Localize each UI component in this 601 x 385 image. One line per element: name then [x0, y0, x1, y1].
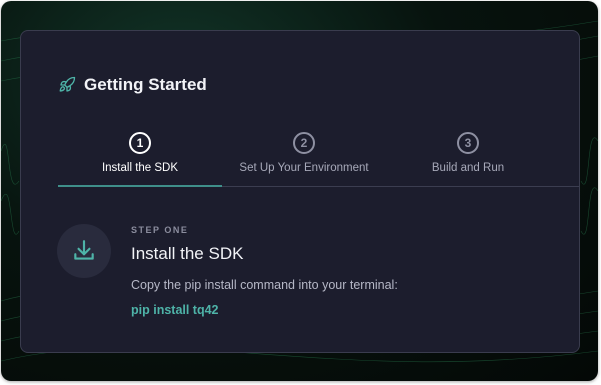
step-number-badge: 2	[293, 132, 315, 154]
tab-set-up-environment[interactable]: 2 Set Up Your Environment	[222, 131, 386, 187]
tab-label: Install the SDK	[101, 162, 179, 174]
tab-label: Set Up Your Environment	[239, 162, 369, 174]
download-icon	[71, 238, 97, 264]
step-tabs: 1 Install the SDK 2 Set Up Your Environm…	[58, 131, 579, 187]
install-command[interactable]: pip install tq42	[131, 303, 219, 317]
step-icon-container	[57, 224, 111, 278]
card-title: Getting Started	[84, 75, 207, 94]
step-kicker: STEP ONE	[131, 225, 189, 235]
rocket-icon	[58, 76, 76, 94]
tab-build-and-run[interactable]: 3 Build and Run	[386, 131, 550, 187]
step-number-badge: 3	[457, 132, 479, 154]
card-header: Getting Started	[58, 75, 207, 95]
getting-started-card: Getting Started 1 Install the SDK 2 Set …	[20, 30, 580, 353]
step-number-badge: 1	[129, 132, 151, 154]
step-description: Copy the pip install command into your t…	[131, 278, 398, 292]
app-background: Getting Started 1 Install the SDK 2 Set …	[1, 1, 598, 381]
step-title: Install the SDK	[131, 244, 244, 263]
tab-install-sdk[interactable]: 1 Install the SDK	[58, 131, 222, 187]
active-tab-indicator	[58, 185, 222, 187]
tab-label: Build and Run	[431, 162, 505, 174]
